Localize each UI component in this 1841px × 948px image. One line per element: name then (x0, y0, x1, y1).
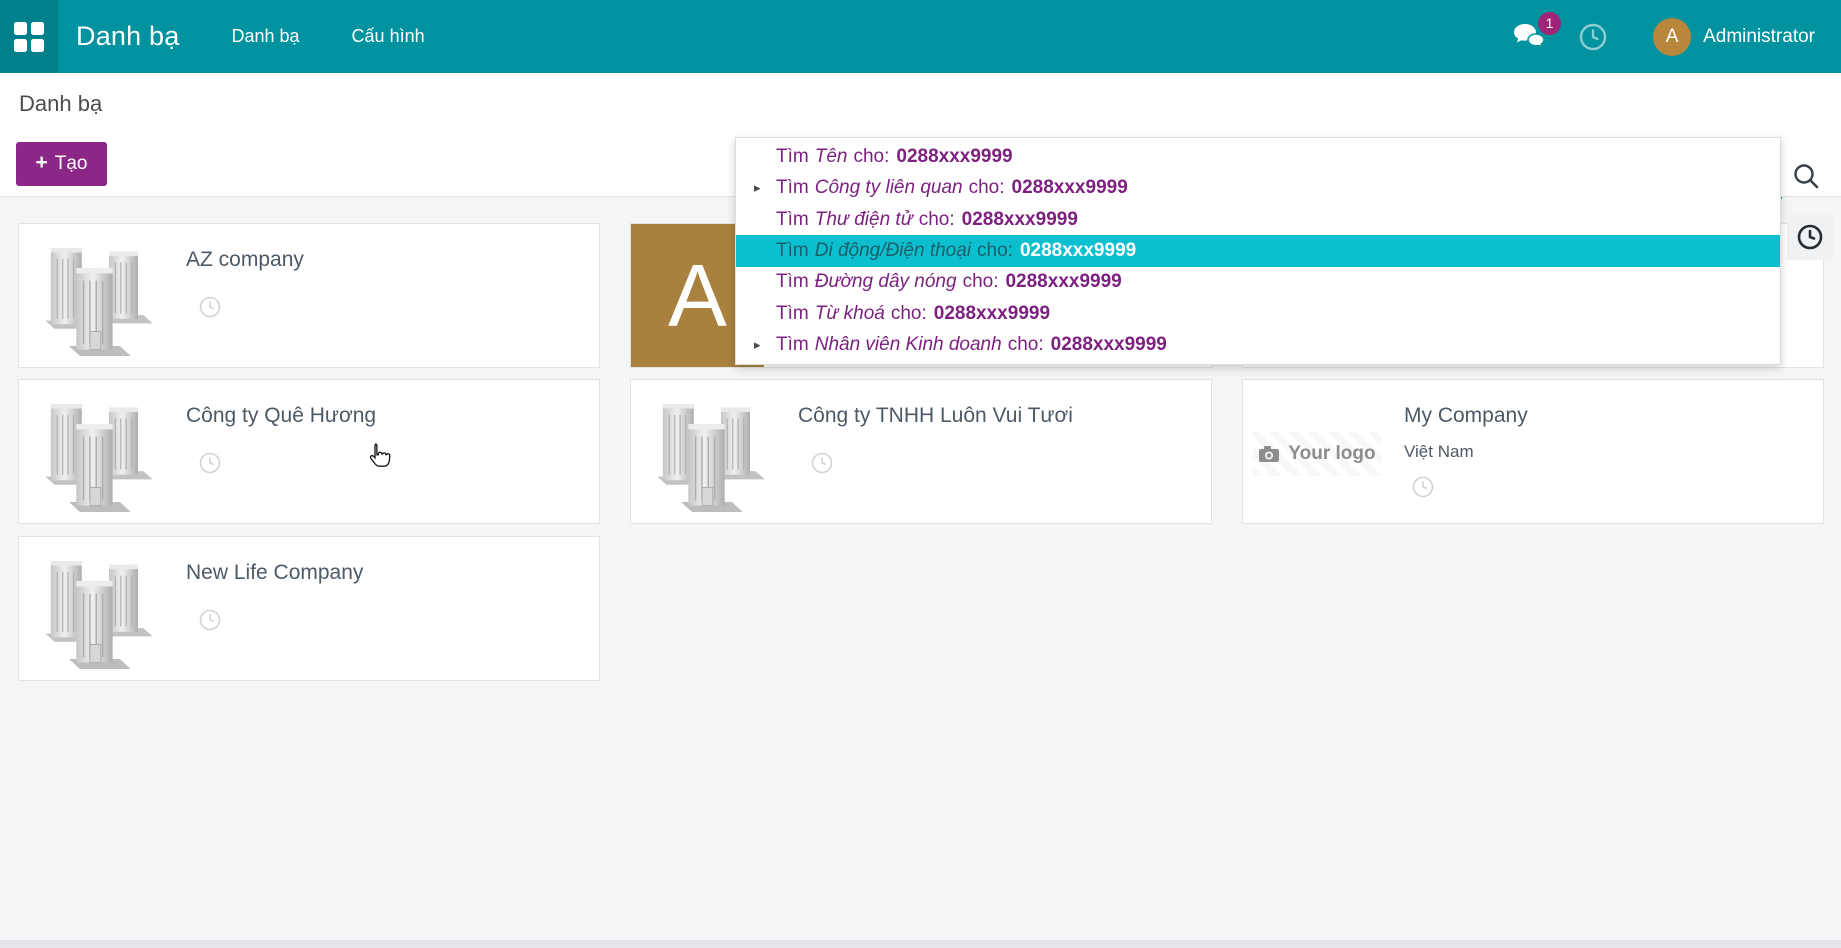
company-buildings-image (33, 388, 165, 517)
plus-icon: + (35, 151, 47, 175)
suggestion-duong-day-nong[interactable]: Tìm Đường dây nóng cho: 0288xxx9999 (736, 267, 1780, 298)
suggestion-ten[interactable]: Tìm Tên cho: 0288xxx9999 (736, 141, 1780, 172)
nav-menu-danh-ba[interactable]: Danh bạ (205, 0, 325, 73)
contact-card-luon-vui-tuoi[interactable]: Công ty TNHH Luôn Vui Tươi (630, 379, 1212, 524)
activity-clock-icon[interactable] (1412, 476, 1434, 503)
activity-clock-icon[interactable] (199, 609, 221, 636)
company-buildings-image (33, 545, 165, 674)
bottom-edge-strip (0, 940, 1841, 948)
messages-button[interactable]: 1 (1511, 22, 1547, 52)
contact-card-my-company[interactable]: Your logo My Company Việt Nam (1242, 379, 1824, 524)
contact-name: AZ company (186, 248, 304, 272)
contact-country: Việt Nam (1404, 442, 1474, 462)
app-title: Danh bạ (58, 21, 205, 52)
activity-view-switcher[interactable] (1787, 214, 1833, 260)
apps-grid-icon (14, 22, 44, 52)
suggestion-nhan-vien-kinh-doanh[interactable]: ▸ Tìm Nhân viên Kinh doanh cho: 0288xxx9… (736, 330, 1780, 361)
user-avatar[interactable]: A (1653, 18, 1691, 56)
contact-name: New Life Company (186, 561, 363, 585)
contact-card-az-company[interactable]: AZ company (18, 223, 600, 368)
contact-name: My Company (1404, 404, 1528, 428)
activities-systray-button[interactable] (1577, 21, 1609, 53)
camera-icon (1258, 445, 1280, 463)
company-buildings-image (33, 232, 165, 361)
suggestion-thu-dien-tu[interactable]: Tìm Thư điện tử cho: 0288xxx9999 (736, 204, 1780, 235)
top-navbar: Danh bạ Danh bạ Cấu hình 1 A Administrat… (0, 0, 1841, 73)
contact-name: Công ty Quê Hương (186, 404, 376, 428)
create-button-label: Tạo (55, 153, 88, 175)
your-logo-placeholder-image: Your logo (1253, 432, 1381, 476)
breadcrumb: Danh bạ (19, 91, 102, 117)
search-suggestions-dropdown: Tìm Tên cho: 0288xxx9999 ▸ Tìm Công ty l… (735, 137, 1781, 365)
company-buildings-image (645, 388, 777, 517)
contact-name: Công ty TNHH Luôn Vui Tươi (798, 404, 1073, 428)
activity-clock-icon[interactable] (199, 452, 221, 479)
suggestion-di-dong-dien-thoai-highlighted[interactable]: Tìm Di động/Điện thoại cho: 0288xxx9999 (736, 235, 1780, 266)
your-logo-label: Your logo (1288, 443, 1375, 465)
search-submit-button[interactable] (1791, 161, 1821, 196)
nav-menu-cau-hinh[interactable]: Cấu hình (326, 0, 451, 73)
user-menu[interactable]: Administrator (1703, 26, 1815, 48)
create-button[interactable]: + Tạo (16, 142, 107, 186)
suggestion-tu-khoa[interactable]: Tìm Từ khoá cho: 0288xxx9999 (736, 298, 1780, 329)
contact-card-new-life[interactable]: New Life Company (18, 536, 600, 681)
suggestion-cong-ty-lien-quan[interactable]: ▸ Tìm Công ty liên quan cho: 0288xxx9999 (736, 172, 1780, 203)
expand-arrow-icon[interactable]: ▸ (754, 337, 776, 353)
navbar-systray: 1 A Administrator (1481, 18, 1841, 56)
activity-clock-icon[interactable] (199, 296, 221, 323)
expand-arrow-icon[interactable]: ▸ (754, 180, 776, 196)
clock-icon (1577, 21, 1609, 53)
activity-clock-icon (1796, 223, 1824, 251)
activity-clock-icon[interactable] (811, 452, 833, 479)
apps-menu-button[interactable] (0, 0, 58, 73)
contact-card-que-huong[interactable]: Công ty Quê Hương (18, 379, 600, 524)
messages-badge: 1 (1538, 12, 1561, 35)
search-icon (1791, 161, 1821, 191)
